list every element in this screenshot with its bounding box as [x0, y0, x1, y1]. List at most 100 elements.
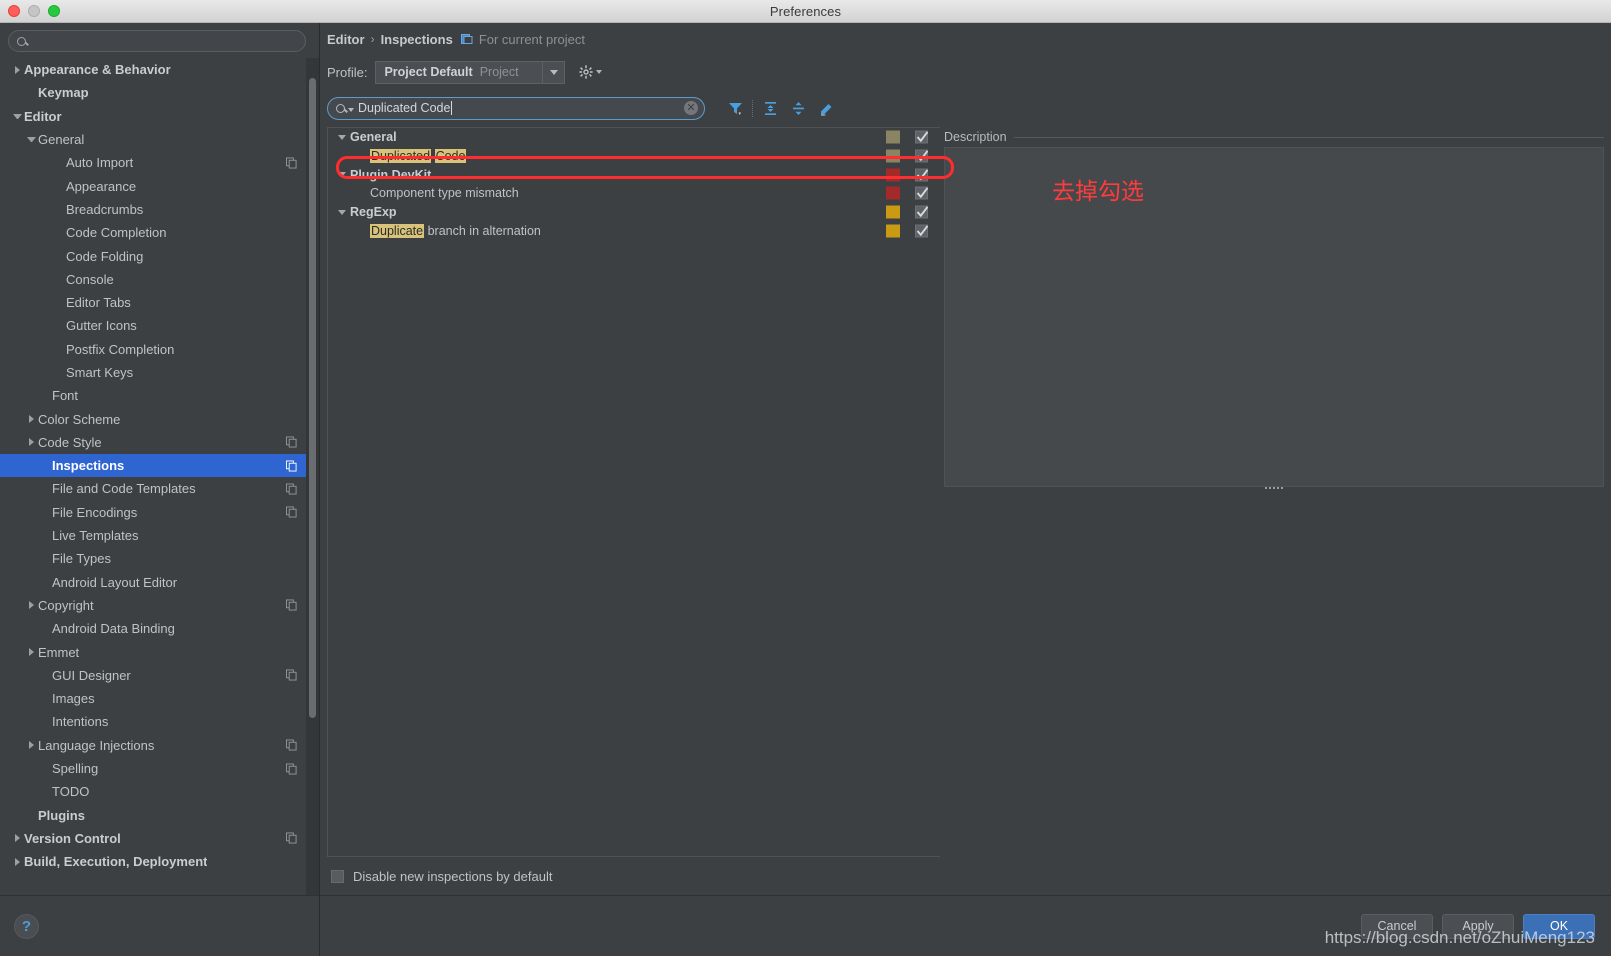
- chevron-right-icon: [28, 648, 34, 657]
- sidebar-item-editor-tabs[interactable]: Editor Tabs: [0, 291, 319, 314]
- sidebar-item-gui-designer[interactable]: GUI Designer: [0, 664, 319, 687]
- inspection-search-box[interactable]: Duplicated Code ✕: [327, 96, 705, 120]
- settings-tree[interactable]: Appearance & Behavior Keymap Editor General…: [0, 58, 319, 895]
- sidebar-item-smart-keys[interactable]: Smart Keys: [0, 361, 319, 384]
- apply-button[interactable]: Apply: [1442, 913, 1514, 939]
- sidebar-item-file-and-code-templates[interactable]: File and Code Templates: [0, 477, 319, 500]
- inspection-group-row[interactable]: General: [328, 128, 940, 147]
- sidebar-item-images[interactable]: Images: [0, 687, 319, 710]
- sidebar-item-spelling[interactable]: Spelling: [0, 757, 319, 780]
- tree-toggle[interactable]: [24, 648, 38, 657]
- collapse-all-icon[interactable]: [784, 95, 812, 121]
- sidebar-search-box[interactable]: [8, 30, 306, 52]
- inspection-enabled-checkbox[interactable]: [915, 149, 929, 163]
- inspection-row[interactable]: Duplicate branch in alternation: [328, 221, 940, 240]
- sidebar-item-auto-import[interactable]: Auto Import: [0, 151, 319, 174]
- sidebar-item-appearance-behavior[interactable]: Appearance & Behavior: [0, 58, 319, 81]
- inspection-group-row[interactable]: Plugin DevKit: [328, 165, 940, 184]
- help-button[interactable]: ?: [14, 913, 39, 939]
- severity-swatch[interactable]: [886, 186, 900, 200]
- tree-toggle[interactable]: [334, 209, 350, 215]
- inspections-lists: General Duplicated Code Plugin DevKit Co…: [327, 127, 1604, 857]
- chevron-down-icon[interactable]: [348, 107, 354, 112]
- profile-dropdown[interactable]: Project Default Project: [375, 60, 566, 84]
- tree-toggle[interactable]: [24, 137, 38, 143]
- inspection-row[interactable]: Duplicated Code: [328, 147, 940, 166]
- sidebar-item-code-style[interactable]: Code Style: [0, 431, 319, 454]
- sidebar-item-plugins[interactable]: Plugins: [0, 804, 319, 827]
- sidebar-scrollbar-thumb[interactable]: [309, 78, 316, 718]
- sidebar-item-font[interactable]: Font: [0, 384, 319, 407]
- sidebar-item-copyright[interactable]: Copyright: [0, 594, 319, 617]
- resize-handle[interactable]: [1265, 487, 1283, 489]
- sidebar-item-todo[interactable]: TODO: [0, 780, 319, 803]
- sidebar-scrollbar-track[interactable]: [306, 58, 319, 895]
- tree-toggle[interactable]: [24, 601, 38, 610]
- sidebar-item-label: Font: [52, 388, 79, 404]
- sidebar-item-keymap[interactable]: Keymap: [0, 81, 319, 104]
- severity-swatch[interactable]: [886, 224, 900, 238]
- sidebar-item-appearance[interactable]: Appearance: [0, 174, 319, 197]
- inspection-enabled-checkbox[interactable]: [915, 186, 929, 200]
- cancel-button[interactable]: Cancel: [1361, 913, 1433, 939]
- severity-swatch[interactable]: [886, 168, 900, 182]
- clear-icon[interactable]: ✕: [684, 101, 698, 115]
- sidebar-item-android-layout-editor[interactable]: Android Layout Editor: [0, 571, 319, 594]
- sidebar-item-breadcrumbs[interactable]: Breadcrumbs: [0, 198, 319, 221]
- inspection-row[interactable]: Component type mismatch: [328, 184, 940, 203]
- zoom-button[interactable]: [48, 5, 60, 17]
- tree-toggle[interactable]: [24, 741, 38, 750]
- tree-toggle[interactable]: [10, 857, 24, 866]
- minimize-button[interactable]: [28, 5, 40, 17]
- sidebar-item-emmet[interactable]: Emmet: [0, 640, 319, 663]
- sidebar-item-console[interactable]: Console: [0, 268, 319, 291]
- sidebar-item-label: Color Scheme: [38, 411, 121, 427]
- sidebar-item-build-execution-deployment[interactable]: Build, Execution, Deployment: [0, 850, 319, 873]
- sidebar-item-code-folding[interactable]: Code Folding: [0, 244, 319, 267]
- close-button[interactable]: [8, 5, 20, 17]
- inspection-enabled-checkbox[interactable]: [915, 224, 929, 238]
- inspection-tree[interactable]: General Duplicated Code Plugin DevKit Co…: [327, 127, 940, 857]
- tree-toggle[interactable]: [334, 134, 350, 140]
- sidebar-item-code-completion[interactable]: Code Completion: [0, 221, 319, 244]
- severity-swatch[interactable]: [886, 130, 900, 144]
- profile-dropdown-arrow[interactable]: [542, 61, 565, 83]
- filter-icon[interactable]: [721, 95, 749, 121]
- tree-toggle[interactable]: [10, 65, 24, 74]
- tree-toggle[interactable]: [24, 438, 38, 447]
- sidebar-item-label: Breadcrumbs: [66, 201, 144, 217]
- sidebar-item-file-types[interactable]: File Types: [0, 547, 319, 570]
- inspection-enabled-checkbox[interactable]: [915, 205, 929, 219]
- severity-swatch[interactable]: [886, 149, 900, 163]
- sidebar-item-general[interactable]: General: [0, 128, 319, 151]
- expand-all-icon[interactable]: [756, 95, 784, 121]
- severity-swatch[interactable]: [886, 205, 900, 219]
- ok-button[interactable]: OK: [1523, 913, 1595, 939]
- sidebar-item-inspections[interactable]: Inspections: [0, 454, 319, 478]
- tree-toggle[interactable]: [10, 834, 24, 843]
- sidebar-item-intentions[interactable]: Intentions: [0, 710, 319, 733]
- sidebar-item-color-scheme[interactable]: Color Scheme: [0, 407, 319, 430]
- sidebar-item-editor[interactable]: Editor: [0, 105, 319, 128]
- search-input[interactable]: [31, 33, 297, 49]
- inspection-enabled-checkbox[interactable]: [915, 130, 929, 144]
- profile-settings-menu[interactable]: [579, 65, 603, 79]
- sidebar-item-android-data-binding[interactable]: Android Data Binding: [0, 617, 319, 640]
- tree-toggle[interactable]: [24, 415, 38, 424]
- chevron-right-icon: [14, 857, 20, 866]
- sidebar-item-version-control[interactable]: Version Control: [0, 827, 319, 850]
- inspection-enabled-checkbox[interactable]: [915, 168, 929, 182]
- reset-icon[interactable]: [812, 95, 840, 121]
- disable-new-inspections-row[interactable]: Disable new inspections by default: [327, 857, 1604, 895]
- sidebar-item-language-injections[interactable]: Language Injections: [0, 734, 319, 757]
- tree-toggle[interactable]: [10, 113, 24, 119]
- sidebar-item-label: Appearance & Behavior: [24, 62, 171, 78]
- disable-new-inspections-checkbox[interactable]: [331, 869, 344, 883]
- tree-toggle[interactable]: [334, 172, 350, 178]
- breadcrumb-root[interactable]: Editor: [327, 32, 365, 47]
- sidebar-item-gutter-icons[interactable]: Gutter Icons: [0, 314, 319, 337]
- sidebar-item-live-templates[interactable]: Live Templates: [0, 524, 319, 547]
- inspection-group-row[interactable]: RegExp: [328, 203, 940, 222]
- sidebar-item-file-encodings[interactable]: File Encodings: [0, 501, 319, 524]
- sidebar-item-postfix-completion[interactable]: Postfix Completion: [0, 338, 319, 361]
